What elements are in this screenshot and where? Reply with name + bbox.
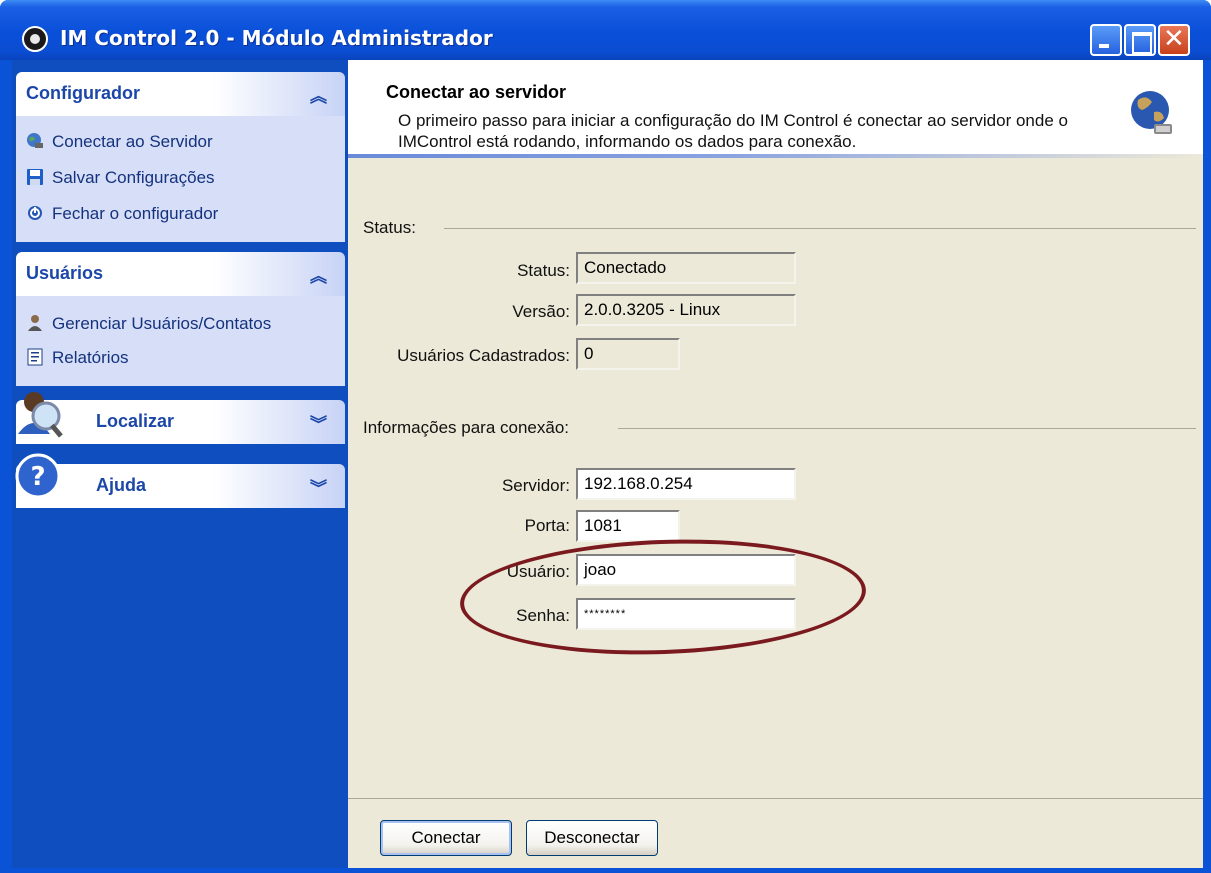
page-title: Conectar ao servidor <box>386 82 567 102</box>
connection-section-label: Informações para conexão: <box>363 418 576 438</box>
version-label: Versão: <box>512 302 570 321</box>
expand-chevron-icon[interactable]: ︾ <box>310 410 327 435</box>
disconnect-button[interactable]: Desconectar <box>526 820 658 856</box>
footer-divider <box>348 798 1203 799</box>
group-title: Localizar <box>96 411 175 431</box>
close-button[interactable] <box>1158 24 1190 56</box>
sidebar-item-conectar-servidor[interactable]: Conectar ao Servidor <box>26 132 213 156</box>
port-input[interactable]: 1081 <box>576 510 680 542</box>
port-label: Porta: <box>524 516 570 535</box>
connect-button[interactable]: Conectar <box>380 820 512 856</box>
sidebar-item-label: Gerenciar Usuários/Contatos <box>52 314 272 333</box>
svg-text:?: ? <box>30 462 45 492</box>
page-description: O primeiro passo para iniciar a configur… <box>398 111 1068 151</box>
sidebar-item-relatorios[interactable]: Relatórios <box>26 348 129 372</box>
title-bar[interactable]: IM Control 2.0 - Módulo Administrador <box>0 0 1211 60</box>
user-icon <box>28 315 42 331</box>
registered-users-field: 0 <box>576 338 680 370</box>
registered-users-label: Usuários Cadastrados: <box>397 346 570 365</box>
sidebar-item-label: Relatórios <box>52 348 129 367</box>
sidebar-item-fechar-configurador[interactable]: Fechar o configurador <box>26 204 218 228</box>
group-header-configurador[interactable]: Configurador ︽ <box>16 72 345 116</box>
window-title: IM Control 2.0 - Módulo Administrador <box>60 26 493 50</box>
group-title: Configurador <box>26 83 140 103</box>
power-icon <box>28 206 42 220</box>
group-header-ajuda[interactable]: ? Ajuda ︾ <box>15 453 345 508</box>
group-header-usuarios[interactable]: Usuários ︽ <box>16 252 345 296</box>
help-icon: ? <box>15 453 61 499</box>
section-divider <box>444 228 1196 229</box>
minimize-button[interactable] <box>1090 24 1122 56</box>
search-user-icon <box>18 392 63 438</box>
server-input[interactable]: 192.168.0.254 <box>576 468 796 500</box>
status-section-label: Status: <box>363 218 422 238</box>
group-body-usuarios: Gerenciar Usuários/Contatos Relatórios <box>16 296 345 386</box>
status-label: Status: <box>517 261 570 280</box>
globe-connect-icon <box>27 133 43 148</box>
sidebar-item-label: Salvar Configurações <box>52 168 215 187</box>
sidebar-item-label: Fechar o configurador <box>52 204 219 223</box>
app-logo-icon <box>22 26 48 52</box>
section-divider <box>618 428 1196 429</box>
version-field: 2.0.0.3205 - Linux <box>576 294 796 326</box>
group-body-configurador: Conectar ao Servidor Salvar Configuraçõe… <box>16 116 345 242</box>
sidebar-item-gerenciar-usuarios[interactable]: Gerenciar Usuários/Contatos <box>26 314 271 338</box>
app-window: IM Control 2.0 - Módulo Administrador Co… <box>0 0 1211 873</box>
floppy-disk-icon <box>27 169 43 185</box>
group-title: Ajuda <box>96 475 147 495</box>
report-icon <box>27 348 43 366</box>
globe-network-icon <box>1131 91 1172 134</box>
panel-header: Conectar ao servidor O primeiro passo pa… <box>348 60 1203 158</box>
group-header-localizar[interactable]: Localizar ︾ <box>16 392 345 444</box>
header-divider <box>348 154 1203 158</box>
sidebar-item-label: Conectar ao Servidor <box>52 132 213 151</box>
server-label: Servidor: <box>501 476 570 495</box>
status-field: Conectado <box>576 252 796 284</box>
main-panel: Conectar ao servidor O primeiro passo pa… <box>348 60 1203 868</box>
collapse-chevron-icon[interactable]: ︽ <box>310 262 327 287</box>
sidebar: Configurador ︽ Conectar ao Servidor Salv… <box>12 60 348 868</box>
expand-chevron-icon[interactable]: ︾ <box>310 474 327 499</box>
sidebar-item-salvar-configuracoes[interactable]: Salvar Configurações <box>26 168 215 192</box>
maximize-button[interactable] <box>1124 24 1156 56</box>
group-title: Usuários <box>26 263 104 283</box>
collapse-chevron-icon[interactable]: ︽ <box>310 82 327 107</box>
